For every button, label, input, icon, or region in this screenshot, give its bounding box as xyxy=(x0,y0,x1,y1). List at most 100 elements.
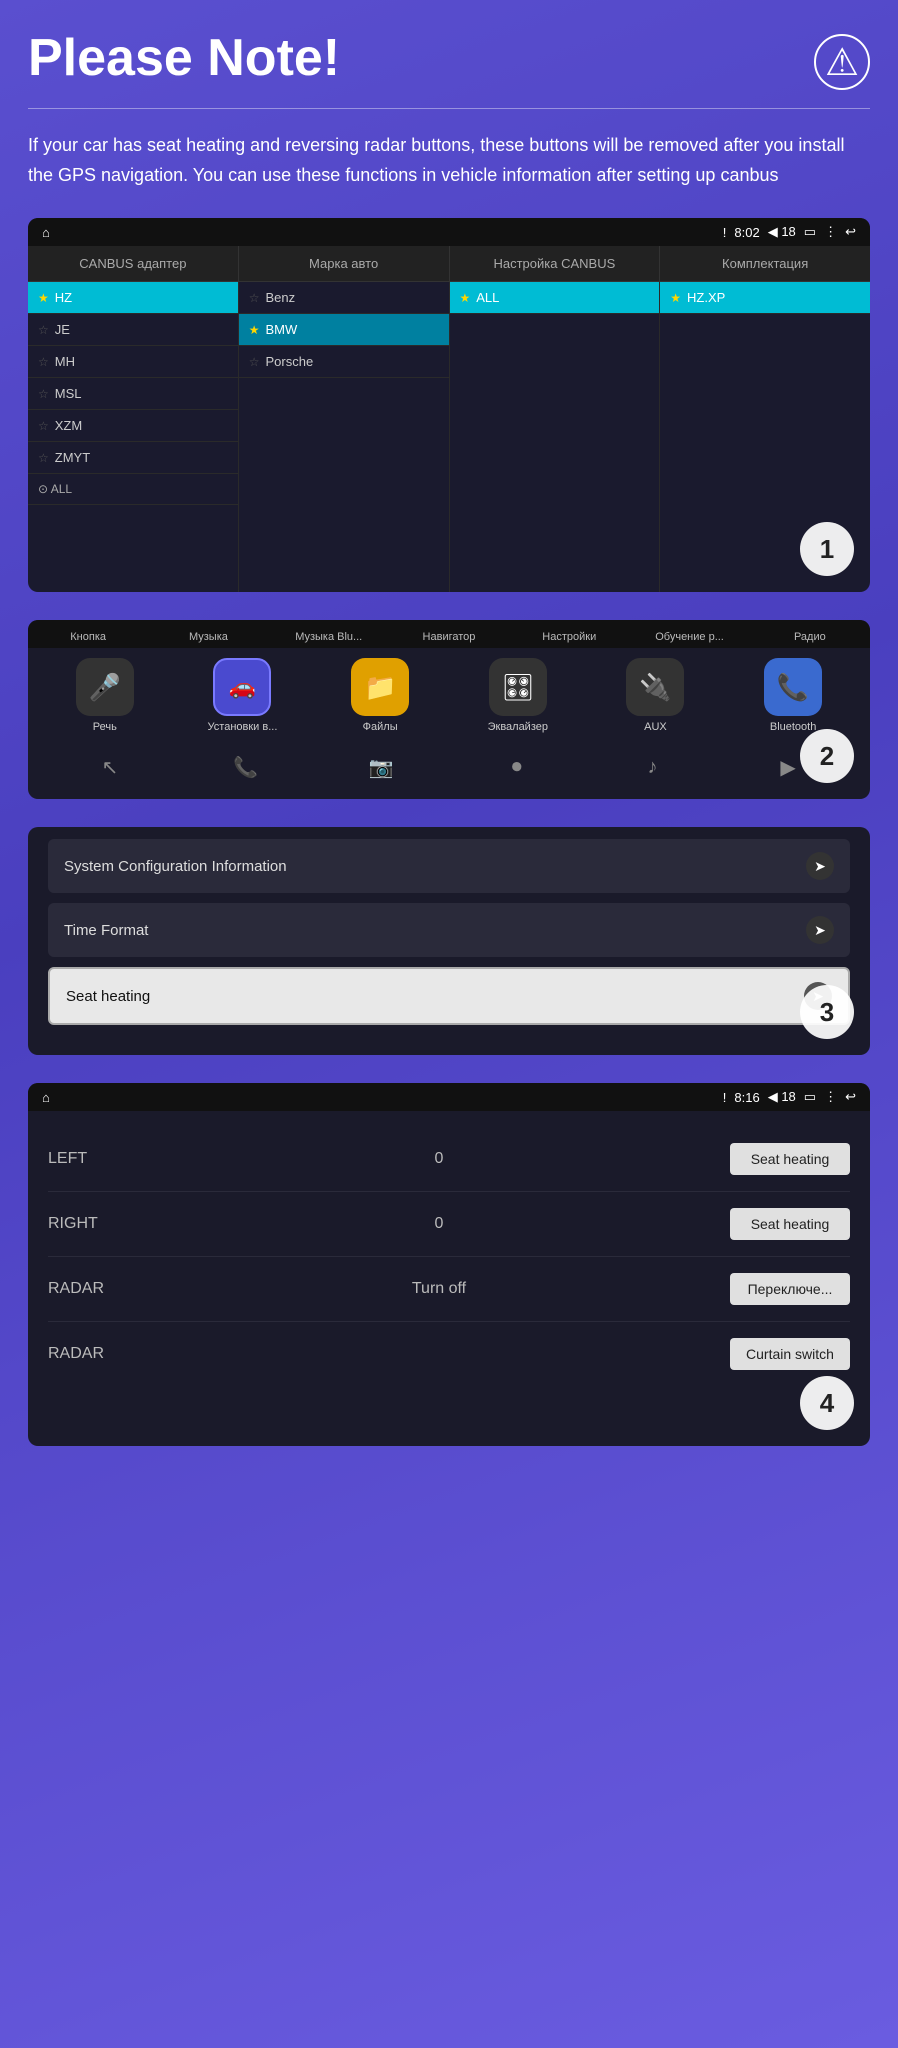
seat-row-value: 0 xyxy=(409,1215,469,1233)
panel-config: System Configuration Information ➤ Time … xyxy=(28,827,870,1055)
nav-music-icon[interactable]: ♪ xyxy=(623,749,681,785)
app-files[interactable]: 📁 Файлы xyxy=(345,658,415,733)
app-label: Эквалайзер xyxy=(488,721,548,733)
app-tabs: Кнопка Музыка Музыка Blu... Навигатор На… xyxy=(28,620,870,648)
canbus-body: ★ HZ ☆ JE ☆ MH ☆ MSL ☆ XZM ☆ ZMYT ⊙ ALL … xyxy=(28,282,870,592)
list-item[interactable]: ★ ALL xyxy=(450,282,660,314)
seat-row-value: 0 xyxy=(409,1150,469,1168)
list-item[interactable]: ☆ MSL xyxy=(28,378,238,410)
panel-seat-heating: ⌂ ! 8:16 ◀ 18 ▭ ⋮ ↩ LEFT 0 Seat heating … xyxy=(28,1083,870,1446)
table-row: LEFT 0 Seat heating xyxy=(48,1127,850,1192)
list-item[interactable]: ☆ Porsche xyxy=(239,346,449,378)
tab-canbus-adapter[interactable]: CANBUS адаптер xyxy=(28,246,239,281)
seat-row-value: Turn off xyxy=(409,1280,469,1298)
list-item[interactable]: ☆ JE xyxy=(28,314,238,346)
list-item[interactable]: ★ HZ xyxy=(28,282,238,314)
nav-camera-icon[interactable]: 📷 xyxy=(352,749,410,785)
app-tab-music-blu[interactable]: Музыка Blu... xyxy=(269,626,389,648)
list-item[interactable]: ⊙ ALL xyxy=(28,474,238,505)
config-row-system[interactable]: System Configuration Information ➤ xyxy=(48,839,850,893)
panel-apps: Кнопка Музыка Музыка Blu... Навигатор На… xyxy=(28,620,870,799)
list-item[interactable]: ★ BMW xyxy=(239,314,449,346)
curtain-switch-btn[interactable]: Curtain switch xyxy=(730,1338,850,1370)
home-icon[interactable]: ⌂ xyxy=(42,1090,50,1105)
back-icon[interactable]: ↩ xyxy=(845,1089,856,1105)
page-container: Please Note! ⚠ If your car has seat heat… xyxy=(28,30,870,1446)
app-label: Речь xyxy=(93,721,117,733)
header: Please Note! ⚠ xyxy=(28,30,870,90)
list-item[interactable]: ☆ MH xyxy=(28,346,238,378)
app-bluetooth[interactable]: 📞 Bluetooth xyxy=(758,658,828,733)
time-display: 8:16 xyxy=(734,1090,759,1105)
volume-icon: ◀ 18 xyxy=(768,1089,796,1105)
seat-table: LEFT 0 Seat heating RIGHT 0 Seat heating… xyxy=(28,1111,870,1446)
table-row: RIGHT 0 Seat heating xyxy=(48,1192,850,1257)
volume-icon: ◀ 18 xyxy=(768,224,796,240)
list-item[interactable]: ★ HZ.XP xyxy=(660,282,870,314)
radar-btn-1[interactable]: Переключе... xyxy=(730,1273,850,1305)
divider xyxy=(28,108,870,109)
config-arrow-icon: ➤ xyxy=(806,852,834,880)
seat-row-label: RADAR xyxy=(48,1345,148,1363)
nav-circle-icon[interactable]: ⏺ xyxy=(488,749,546,785)
home-icon[interactable]: ⌂ xyxy=(42,225,50,240)
seat-heating-btn-right[interactable]: Seat heating xyxy=(730,1208,850,1240)
files-icon: 📁 xyxy=(351,658,409,716)
app-settings[interactable]: 🚗 Установки в... xyxy=(207,658,277,733)
app-tab-navigator[interactable]: Навигатор xyxy=(389,626,509,648)
tab-configuration[interactable]: Комплектация xyxy=(660,246,870,281)
step-badge-2: 2 xyxy=(800,729,854,783)
alert-icon: ! xyxy=(723,1090,727,1105)
seat-row-label: LEFT xyxy=(48,1150,148,1168)
seat-row-label: RIGHT xyxy=(48,1215,148,1233)
app-grid: 🎤 Речь 🚗 Установки в... 📁 Файлы 🎛 Эквала… xyxy=(28,648,870,743)
tab-car-brand[interactable]: Марка авто xyxy=(239,246,450,281)
canbus-tabs: CANBUS адаптер Марка авто Настройка CANB… xyxy=(28,246,870,282)
note-text: If your car has seat heating and reversi… xyxy=(28,131,870,190)
config-row-time[interactable]: Time Format ➤ xyxy=(48,903,850,957)
step-badge-3: 3 xyxy=(800,985,854,1039)
warning-icon: ⚠ xyxy=(814,34,870,90)
page-title: Please Note! xyxy=(28,30,340,87)
bluetooth-icon: 📞 xyxy=(764,658,822,716)
app-label: Установки в... xyxy=(208,721,278,733)
list-item[interactable]: ☆ Benz xyxy=(239,282,449,314)
list-item[interactable]: ☆ ZMYT xyxy=(28,442,238,474)
config-row-seat[interactable]: Seat heating ➤ xyxy=(48,967,850,1025)
tab-canbus-settings[interactable]: Настройка CANBUS xyxy=(450,246,661,281)
back-icon[interactable]: ↩ xyxy=(845,224,856,240)
panel-canbus: ⌂ ! 8:02 ◀ 18 ▭ ⋮ ↩ CANBUS адаптер Марка… xyxy=(28,218,870,592)
alert-icon: ! xyxy=(723,225,727,240)
step-badge-1: 1 xyxy=(800,522,854,576)
eq-icon: 🎛 xyxy=(489,658,547,716)
app-tab-button[interactable]: Кнопка xyxy=(28,626,148,648)
config-label: Time Format xyxy=(64,922,148,939)
menu-icon[interactable]: ⋮ xyxy=(824,224,837,240)
status-bar-1: ⌂ ! 8:02 ◀ 18 ▭ ⋮ ↩ xyxy=(28,218,870,246)
settings-icon: 🚗 xyxy=(213,658,271,716)
nav-phone-icon[interactable]: 📞 xyxy=(216,749,274,785)
app-equalizer[interactable]: 🎛 Эквалайзер xyxy=(483,658,553,733)
app-aux[interactable]: 🔌 AUX xyxy=(620,658,690,733)
app-tab-learn[interactable]: Обучение р... xyxy=(629,626,749,648)
status-bar-4: ⌂ ! 8:16 ◀ 18 ▭ ⋮ ↩ xyxy=(28,1083,870,1111)
list-item[interactable]: ☆ XZM xyxy=(28,410,238,442)
nav-arrow-icon[interactable]: ↖ xyxy=(81,749,139,785)
step-badge-4: 4 xyxy=(800,1376,854,1430)
aux-icon: 🔌 xyxy=(626,658,684,716)
config-label: System Configuration Information xyxy=(64,858,287,875)
menu-icon[interactable]: ⋮ xyxy=(824,1089,837,1105)
app-tab-radio[interactable]: Радио xyxy=(750,626,870,648)
canbus-col-3: ★ ALL xyxy=(450,282,661,592)
app-tab-settings[interactable]: Настройки xyxy=(509,626,629,648)
table-row: RADAR Turn off Переключе... xyxy=(48,1257,850,1322)
table-row: RADAR Curtain switch xyxy=(48,1322,850,1386)
battery-icon: ▭ xyxy=(804,224,816,240)
app-label: Bluetooth xyxy=(770,721,816,733)
app-tab-music[interactable]: Музыка xyxy=(148,626,268,648)
battery-icon: ▭ xyxy=(804,1089,816,1105)
app-speech[interactable]: 🎤 Речь xyxy=(70,658,140,733)
seat-heating-btn-left[interactable]: Seat heating xyxy=(730,1143,850,1175)
seat-row-label: RADAR xyxy=(48,1280,148,1298)
speech-icon: 🎤 xyxy=(76,658,134,716)
